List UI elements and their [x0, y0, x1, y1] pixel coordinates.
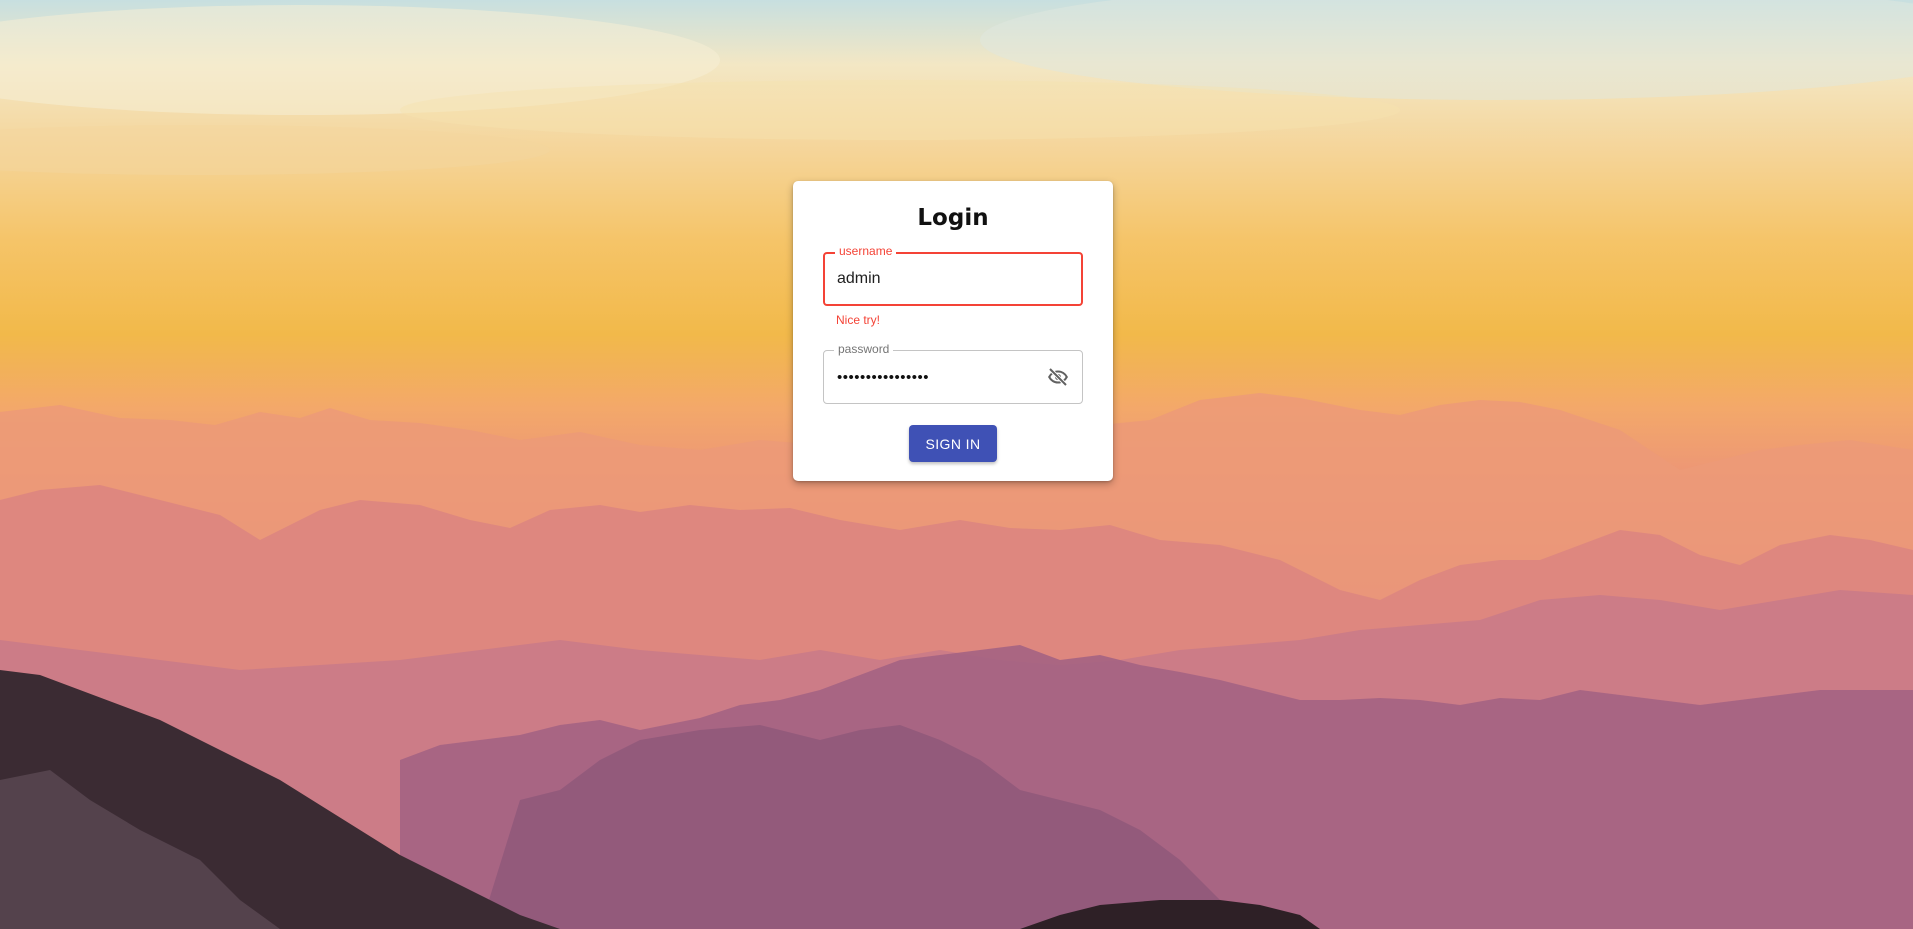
login-card: Login username admin Nice try! password …	[793, 181, 1113, 481]
username-field[interactable]: username admin	[823, 244, 1083, 306]
username-error-text: Nice try!	[836, 313, 881, 327]
password-field[interactable]: password ••••••••••••••••	[823, 342, 1083, 404]
login-title: Login	[917, 205, 989, 231]
login-page: Login username admin Nice try! password …	[0, 0, 1913, 929]
sign-in-button[interactable]: SIGN IN	[909, 425, 997, 462]
eye-off-icon[interactable]	[1044, 363, 1072, 391]
password-input[interactable]: ••••••••••••••••	[837, 351, 929, 403]
username-input[interactable]: admin	[837, 254, 881, 304]
